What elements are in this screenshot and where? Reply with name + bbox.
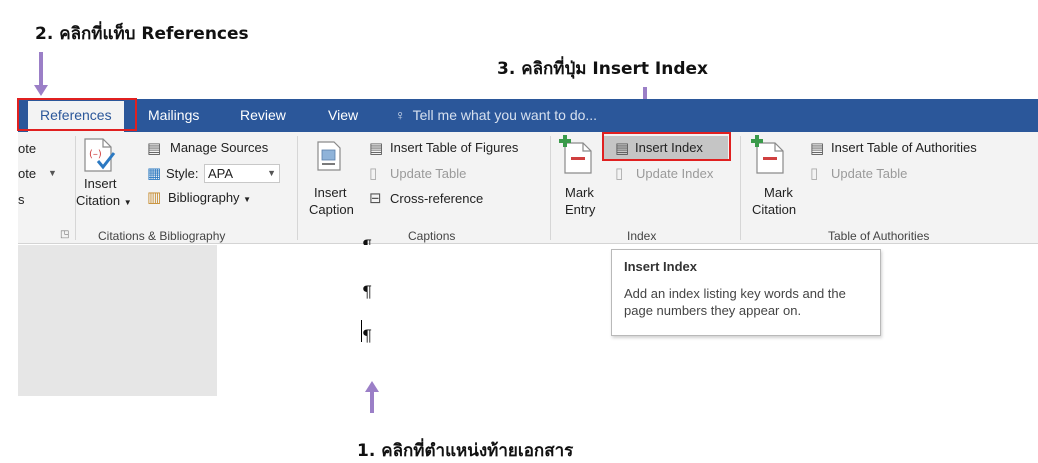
footnote-label-bottom[interactable]: s [18,192,25,208]
cross-reference-icon: ⊟ [369,190,382,207]
lightbulb-icon: ♀ [395,107,406,123]
annotation-step2: 2. คลิกที่แท็บ References [35,24,249,44]
ribbon-tab-bar: References Mailings Review View ♀ Tell m… [18,99,1038,132]
update-table-icon: ▯ [369,165,378,182]
paragraph-mark: ¶ [362,236,372,245]
insert-caption-icon [317,141,341,171]
chevron-down-icon: ▼ [267,168,276,178]
dialog-launcher-icon[interactable]: ◳ [60,229,69,240]
footnote-label-top[interactable]: ote [18,141,36,157]
update-index-icon: ▯ [615,165,624,182]
style-select[interactable]: APA ▼ [204,164,280,183]
update-authorities-table-label: Update Table [831,166,908,181]
tell-me-box[interactable]: ♀ Tell me what you want to do... [395,99,597,132]
group-label-index: Index [627,229,657,243]
insert-table-of-authorities-label: Insert Table of Authorities [831,140,977,155]
insert-citation-label-1: Insert [84,176,117,191]
group-label-citations: Citations & Bibliography [98,229,226,243]
table-of-authorities-icon: ▤ [810,140,825,157]
insert-table-of-figures-label: Insert Table of Figures [390,140,519,155]
svg-text:(–): (–) [89,149,102,160]
update-index-label: Update Index [636,166,714,181]
insert-index-tooltip: Insert Index Add an index listing key wo… [611,249,881,336]
arrow-step2 [39,52,43,86]
group-label-authorities: Table of Authorities [828,229,930,243]
footnote-label-mid[interactable]: ote [18,166,36,182]
insert-caption-label-1: Insert [314,185,347,200]
references-tab-highlight [17,98,137,131]
arrow-step1 [370,391,374,413]
group-separator [550,136,551,240]
tooltip-description: Add an index listing key words and the p… [624,286,846,318]
paragraph-mark: ¶ [362,326,373,345]
update-table-icon: ▯ [810,165,819,182]
insert-index-highlight [602,132,731,161]
table-of-figures-icon: ▤ [369,140,384,157]
mark-entry-icon [559,135,592,174]
manage-sources-label: Manage Sources [170,140,269,155]
chevron-down-icon: ▼ [48,168,57,178]
mark-citation-label-2: Citation [752,202,797,217]
tooltip-title: Insert Index [624,259,697,274]
manage-sources-icon: ▤ [147,140,162,157]
insert-citation-icon: (–) [84,138,116,172]
bibliography-icon: ▥ [147,189,162,206]
tab-review[interactable]: Review [240,99,286,132]
ribbon-references: ote ote ▼ s ◳ (–) Insert Citation ▼ ▤ Ma… [18,132,1038,244]
mark-citation-icon [751,135,784,174]
paragraph-mark: ¶ [362,282,373,301]
annotation-step1: 1. คลิกที่ตำแหน่งท้ายเอกสาร [357,441,574,461]
update-table-label: Update Table [390,166,467,181]
group-label-captions: Captions [408,229,456,243]
tab-view[interactable]: View [328,99,358,132]
tell-me-placeholder: Tell me what you want to do... [412,107,598,123]
group-separator [740,136,741,240]
document-margin [18,245,217,396]
bibliography-label: Bibliography ▼ [168,190,252,205]
mark-citation-label-1: Mark [764,185,793,200]
style-icon: ▦ [147,165,162,182]
mark-entry-label-2: Entry [565,202,596,217]
group-separator [297,136,298,240]
annotation-step3: 3. คลิกที่ปุ่ม Insert Index [497,59,709,79]
tab-mailings[interactable]: Mailings [148,99,199,132]
style-select-value: APA [208,166,234,181]
mark-entry-label-1: Mark [565,185,594,200]
insert-citation-label-2: Citation ▼ [76,193,132,208]
arrow-step2-head [34,85,48,96]
cross-reference-label: Cross-reference [390,191,484,206]
group-separator [75,136,76,240]
style-label: Style: [166,166,199,181]
insert-caption-label-2: Caption [309,202,354,217]
